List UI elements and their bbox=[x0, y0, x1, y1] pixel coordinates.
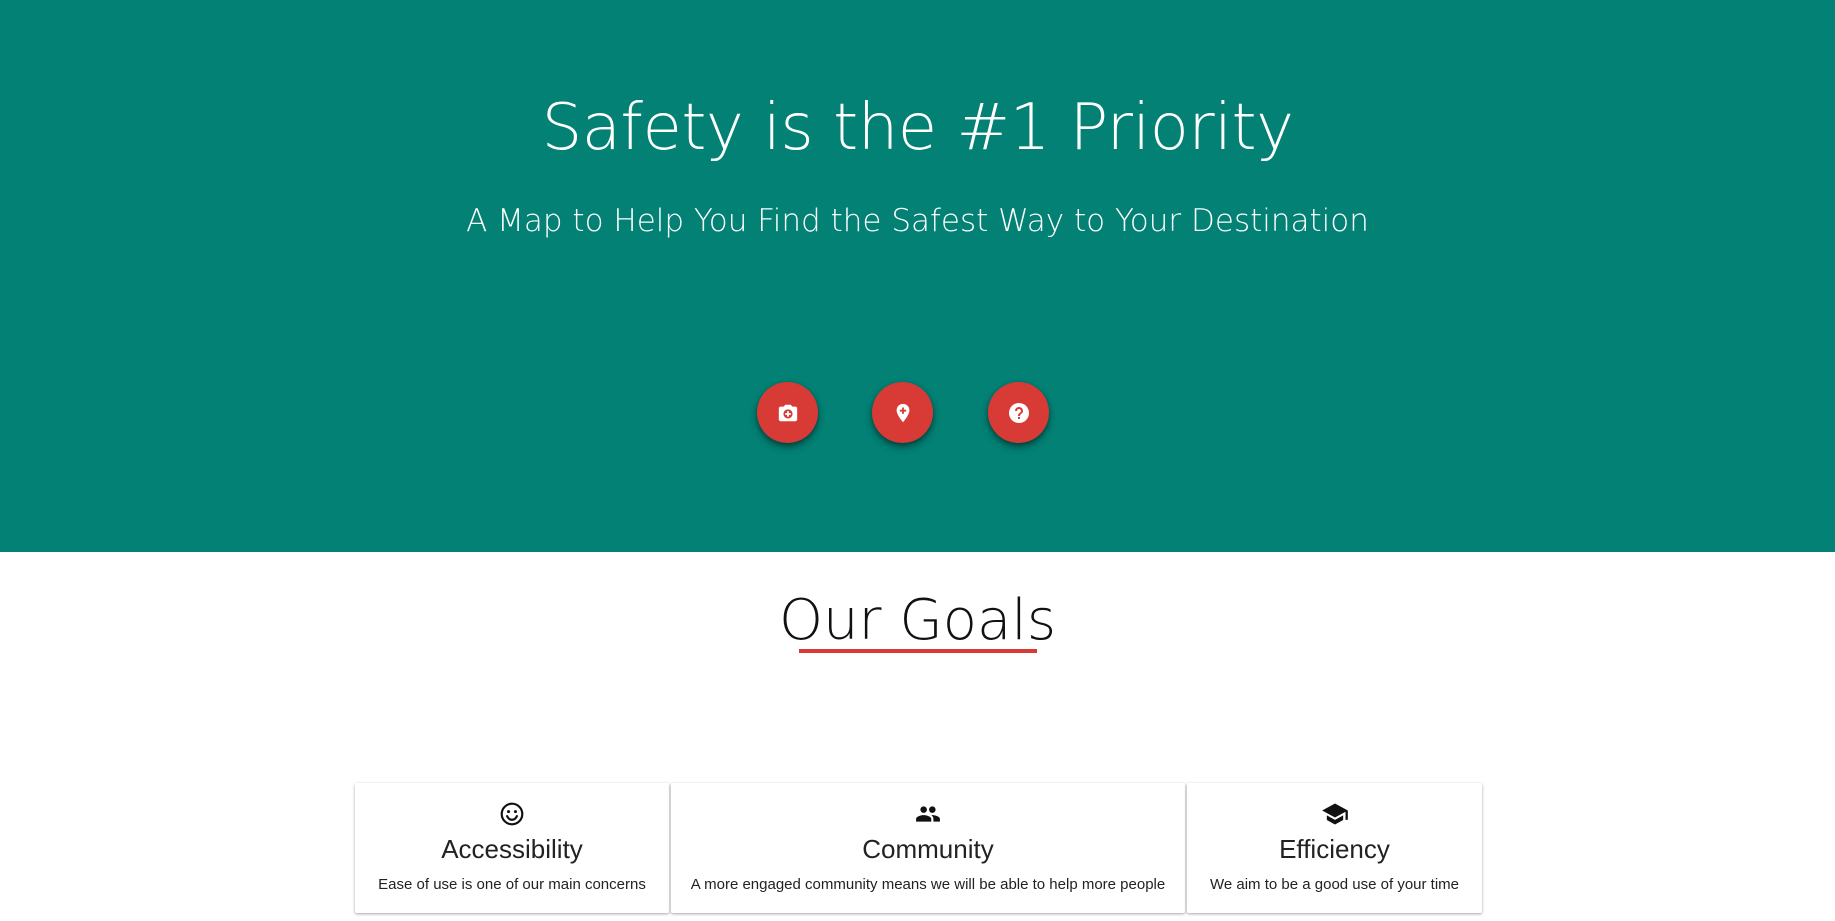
add-location-icon bbox=[896, 403, 909, 422]
add-photo-button[interactable] bbox=[757, 382, 818, 443]
goal-card-community: Community A more engaged community means… bbox=[671, 783, 1185, 913]
smiley-face-icon bbox=[355, 800, 669, 828]
people-icon bbox=[671, 800, 1185, 828]
add-a-photo-icon bbox=[778, 404, 797, 421]
hero-section: Safety is the #1 Priority A Map to Help … bbox=[0, 0, 1835, 552]
goal-card-accessibility: Accessibility Ease of use is one of our … bbox=[355, 783, 669, 913]
help-button[interactable] bbox=[988, 382, 1049, 443]
help-icon bbox=[1008, 402, 1029, 423]
add-location-button[interactable] bbox=[872, 382, 933, 443]
goal-card-text: A more engaged community means we will b… bbox=[690, 876, 1166, 893]
goal-card-title: Efficiency bbox=[1279, 834, 1390, 864]
goal-card-text: We aim to be a good use of your time bbox=[1209, 876, 1460, 893]
goal-card-text: Ease of use is one of our main concerns bbox=[378, 876, 646, 893]
goal-card-efficiency: Efficiency We aim to be a good use of yo… bbox=[1187, 783, 1482, 913]
goals-heading: Our Goals bbox=[778, 588, 1057, 653]
hero-subtitle: A Map to Help You Find the Safest Way to… bbox=[466, 203, 1369, 239]
goals-heading-underline bbox=[799, 649, 1037, 653]
hero-title: Safety is the #1 Priority bbox=[541, 91, 1294, 165]
goal-card-title: Community bbox=[862, 834, 994, 864]
goal-card-title: Accessibility bbox=[441, 834, 583, 864]
graduation-cap-icon bbox=[1187, 800, 1482, 828]
